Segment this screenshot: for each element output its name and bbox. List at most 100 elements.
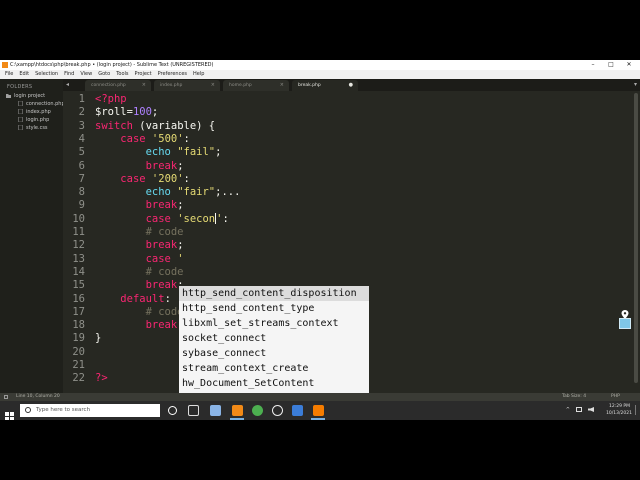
chrome-icon[interactable] [252,405,263,416]
sidebar-file-label: login.php [26,117,50,123]
line-number: 12 [72,239,85,252]
file-explorer-icon[interactable] [210,405,221,416]
line-number: 11 [72,226,85,238]
menu-edit[interactable]: Edit [16,70,32,79]
close-button[interactable]: ✕ [622,60,636,70]
autocomplete-item[interactable]: libxml_set_streams_context [179,316,369,331]
tab-break[interactable]: break.php ● [292,80,358,91]
sublime-text-taskbar-icon[interactable] [232,405,243,416]
code-line: case '200': [120,172,190,185]
code-line: break; [145,319,184,332]
sidebar-file-index[interactable]: index.php [18,108,51,116]
code-line: break; [145,199,184,212]
tab-size-setting[interactable]: Tab Size: 4 [562,393,586,401]
task-view-icon[interactable] [188,405,199,416]
autocomplete-item[interactable]: socket_connect [179,331,369,346]
menu-find[interactable]: Find [61,70,77,79]
line-number: 6 [78,159,85,172]
code-line: <?php [95,93,127,105]
menu-preferences[interactable]: Preferences [155,70,190,79]
file-icon [18,100,23,107]
modified-dot-icon[interactable]: ● [349,80,353,91]
tab-label: connection.php [91,83,126,88]
line-number: 8 [78,186,85,199]
cursor-position: Line 10, Column 20 [16,394,60,399]
menu-goto[interactable]: Goto [95,70,113,79]
menu-view[interactable]: View [77,70,95,79]
windows-start-icon[interactable] [5,406,14,420]
autocomplete-item[interactable]: sybase_connect [179,346,369,361]
menu-help[interactable]: Help [190,70,207,79]
menu-selection[interactable]: Selection [32,70,61,79]
tab-menu-icon[interactable]: ▾ [634,79,637,91]
line-number: 21 [72,359,85,371]
syntax-setting[interactable]: PHP [611,393,620,401]
location-pin-icon[interactable] [621,304,629,319]
scrollbar-thumb[interactable] [634,93,638,383]
code-line: # code [145,265,184,278]
clock-time[interactable]: 12:29 PM [609,404,630,409]
line-number: 16 [72,292,85,305]
xampp-icon[interactable] [313,405,324,416]
taskbar: Type here to search ^ 12:29 PM 10/13/202… [0,401,640,420]
line-number: 17 [72,305,85,318]
code-line: echo "fair";... [145,186,241,199]
editor-scrollbar[interactable] [632,91,640,393]
close-tab-icon[interactable]: × [211,80,215,91]
tab-bar: ◂ connection.php × index.php × home.php … [63,79,640,91]
sidebar-file-label: connection.php [26,101,65,107]
code-line: break; [145,239,184,252]
panel-toggle-icon[interactable] [4,395,8,399]
volume-icon[interactable] [588,407,594,412]
settings-icon[interactable] [272,405,283,416]
autocomplete-item[interactable]: stream_context_create [179,361,369,376]
line-number: 3 [78,119,85,132]
close-tab-icon[interactable]: × [142,80,146,91]
taskbar-search-input[interactable]: Type here to search [20,404,160,417]
sidebar-folder[interactable]: login project [6,92,45,100]
maximize-button[interactable]: □ [604,60,618,70]
text-cursor [215,212,217,224]
tab-scroll-left-icon[interactable]: ◂ [66,79,69,91]
autocomplete-item[interactable]: http_send_content_disposition [179,286,369,301]
menu-file[interactable]: File [2,70,16,79]
tab-home[interactable]: home.php × [223,80,289,91]
code-line: case '500': [120,132,190,145]
tray-chevron-icon[interactable]: ^ [566,407,570,413]
code-line: } [95,332,102,345]
sidebar-file-label: style.css [26,125,48,131]
line-number: 22 [72,372,85,385]
close-tab-icon[interactable]: × [280,80,284,91]
sidebar-file-login[interactable]: login.php [18,116,49,124]
menu-tools[interactable]: Tools [113,70,131,79]
autocomplete-popup: http_send_content_disposition http_send_… [179,286,369,406]
clock-date[interactable]: 10/13/2021 [606,411,632,416]
file-icon [18,124,23,131]
line-number: 1 [78,93,85,105]
browser-icon[interactable] [292,405,303,416]
cortana-icon[interactable] [168,406,177,415]
sidebar-file-style[interactable]: style.css [18,124,48,132]
line-number: 4 [78,132,85,145]
code-line: # code [145,226,184,238]
code-line-current: case 'secon': [145,212,229,225]
line-number: 14 [72,265,85,278]
active-app-indicator [311,418,325,420]
tab-index[interactable]: index.php × [154,80,220,91]
autocomplete-item[interactable]: hw_Document_SetContent [179,376,369,391]
notification-icon[interactable] [635,405,639,415]
menu-project[interactable]: Project [132,70,155,79]
sidebar-file-connection[interactable]: connection.php [18,100,65,108]
tab-connection[interactable]: connection.php × [85,80,151,91]
network-icon[interactable] [576,407,582,412]
sublime-app-icon [2,62,8,68]
line-number: 13 [72,252,85,265]
autocomplete-item[interactable]: http_send_content_type [179,301,369,316]
minimize-button[interactable]: – [586,60,600,70]
title-bar: C:\xampp\htdocs\php\break.php • (login p… [0,60,640,70]
file-icon [18,116,23,123]
sidebar: FOLDERS login project connection.php ind… [0,79,65,393]
line-number: 9 [78,199,85,212]
sidebar-header: FOLDERS [7,84,33,90]
screen-recorder-widget-icon[interactable] [619,318,631,329]
